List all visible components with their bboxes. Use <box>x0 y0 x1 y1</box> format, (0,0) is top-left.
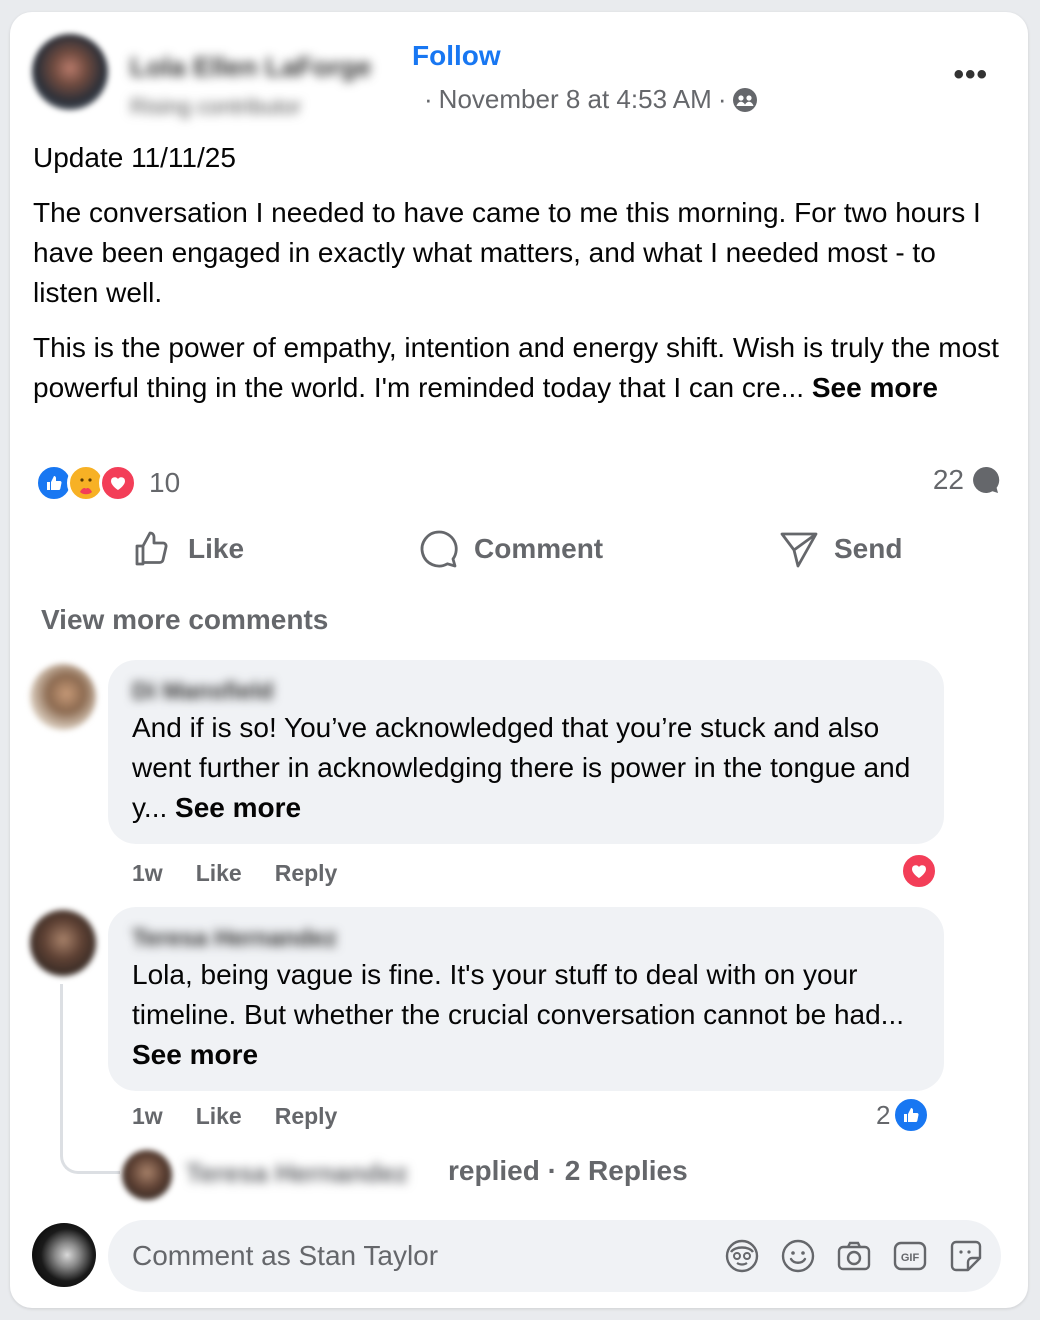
comment-like-button[interactable]: Like <box>196 1103 242 1130</box>
author-name[interactable]: Lola Ellen LaForge <box>130 52 372 83</box>
comment-bubble: Teresa Hernandez Lola, being vague is fi… <box>108 907 944 1091</box>
post-meta: · November 8 at 4:53 AM · <box>424 84 758 115</box>
view-replies-link[interactable]: replied · 2 Replies <box>448 1155 688 1187</box>
friends-icon[interactable] <box>732 87 758 113</box>
like-button[interactable]: Like <box>132 528 244 570</box>
emoji-icon[interactable] <box>780 1238 816 1274</box>
comment-button[interactable]: Comment <box>418 528 603 570</box>
send-label: Send <box>834 533 903 564</box>
camera-icon[interactable] <box>836 1238 872 1274</box>
avatar-sticker-icon[interactable] <box>724 1238 760 1274</box>
comment-reaction-summary[interactable]: 2 <box>876 1096 931 1134</box>
comment-time[interactable]: 1w <box>132 1103 163 1130</box>
comment-see-more-link[interactable]: See more <box>132 1039 258 1070</box>
author-avatar[interactable] <box>32 34 108 110</box>
comment-bubble-icon <box>973 466 1000 493</box>
post-update-line: Update 11/11/25 <box>33 142 236 173</box>
like-label: Like <box>188 533 245 564</box>
comment-bubble: Di Mansfield And if is so! You’ve acknow… <box>108 660 944 844</box>
meta-separator: · <box>424 84 433 114</box>
post-card: Lola Ellen LaForge Rising contributor Fo… <box>10 12 1028 1308</box>
replier-avatar[interactable] <box>122 1150 172 1200</box>
post-paragraph-1: The conversation I needed to have came t… <box>33 197 981 308</box>
comment-text: Lola, being vague is fine. It's your stu… <box>132 955 932 1075</box>
comment-meta: 1w Like Reply <box>132 1103 337 1130</box>
current-user-avatar[interactable] <box>32 1223 96 1287</box>
comment-see-more-link[interactable]: See more <box>175 792 301 823</box>
reaction-count[interactable]: 10 <box>149 467 180 499</box>
comment-time[interactable]: 1w <box>132 860 163 887</box>
replier-name: Teresa Hernandez <box>186 1158 409 1188</box>
love-reaction-icon[interactable] <box>900 852 938 890</box>
comment-label: Comment <box>474 533 604 564</box>
follow-button[interactable]: Follow <box>412 40 501 72</box>
comment-count[interactable]: 22 <box>933 464 1002 496</box>
meta-separator: · <box>717 84 727 114</box>
post-timestamp[interactable]: November 8 at 4:53 AM <box>439 84 712 115</box>
svg-text:GIF: GIF <box>901 1252 920 1264</box>
author-badge: Rising contributor <box>130 94 302 119</box>
comment-input[interactable] <box>132 1220 692 1292</box>
comment-author-avatar[interactable] <box>30 664 96 730</box>
comment-like-button[interactable]: Like <box>196 860 242 887</box>
gif-icon[interactable]: GIF <box>892 1238 928 1274</box>
comment-meta: 1w Like Reply <box>132 860 337 887</box>
comment-author-name[interactable]: Teresa Hernandez <box>132 925 337 953</box>
comment-reply-button[interactable]: Reply <box>275 860 338 887</box>
comment-text: And if is so! You’ve acknowledged that y… <box>132 708 932 828</box>
post-paragraph-2: This is the power of empathy, intention … <box>33 328 1008 408</box>
send-icon <box>780 532 818 568</box>
comment-reaction-count: 2 <box>876 1099 891 1130</box>
comment-author-avatar[interactable] <box>30 910 96 976</box>
comment-text-body: Lola, being vague is fine. It's your stu… <box>132 959 904 1030</box>
send-button[interactable]: Send <box>778 528 902 570</box>
comment-icon <box>420 530 458 568</box>
view-more-comments-link[interactable]: View more comments <box>41 604 328 636</box>
reactions-summary[interactable]: 10 <box>35 464 180 502</box>
see-more-link[interactable]: See more <box>812 372 938 403</box>
comment-count-value: 22 <box>932 464 964 495</box>
sticker-icon[interactable] <box>948 1238 984 1274</box>
love-reaction-icon <box>99 464 137 502</box>
comment-composer: GIF <box>108 1220 1001 1292</box>
thumbs-up-icon <box>135 531 168 566</box>
more-options-icon[interactable]: ••• <box>953 58 988 92</box>
like-reaction-icon <box>892 1096 931 1134</box>
comment-reply-button[interactable]: Reply <box>275 1103 338 1130</box>
post-body: Update 11/11/25 The conversation I neede… <box>33 138 1008 423</box>
comment-author-name[interactable]: Di Mansfield <box>132 678 273 706</box>
